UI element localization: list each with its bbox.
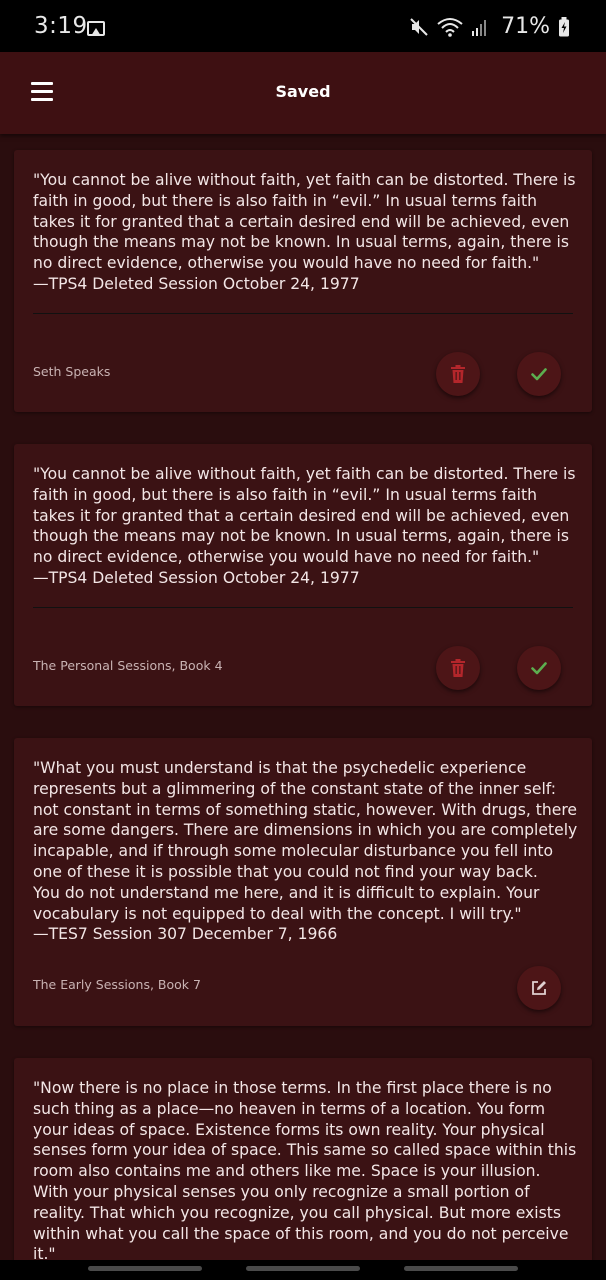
check-icon bbox=[531, 662, 547, 675]
mute-icon bbox=[410, 17, 428, 36]
page-title: Saved bbox=[275, 82, 331, 101]
battery-percent: 71% bbox=[501, 14, 550, 39]
divider bbox=[33, 313, 573, 314]
saved-list[interactable]: "You cannot be alive without faith, yet … bbox=[0, 134, 606, 1260]
battery-icon bbox=[559, 16, 569, 36]
nav-home-button[interactable] bbox=[246, 1266, 360, 1271]
delete-button[interactable] bbox=[436, 352, 480, 396]
nav-recents-button[interactable] bbox=[88, 1266, 202, 1271]
app-bar: Saved bbox=[0, 52, 606, 134]
quote-text: "You cannot be alive without faith, yet … bbox=[33, 465, 576, 587]
delete-icon bbox=[451, 365, 465, 383]
wifi-icon bbox=[437, 17, 463, 37]
edit-button[interactable] bbox=[517, 966, 561, 1010]
divider bbox=[33, 607, 573, 608]
status-time: 3:19 bbox=[34, 13, 88, 39]
check-button[interactable] bbox=[517, 646, 561, 690]
quote-text: "You cannot be alive without faith, yet … bbox=[33, 171, 576, 293]
quote-card: "What you must understand is that the ps… bbox=[14, 738, 592, 1026]
book-title: The Early Sessions, Book 7 bbox=[33, 977, 201, 992]
check-button[interactable] bbox=[517, 352, 561, 396]
delete-button[interactable] bbox=[436, 646, 480, 690]
signal-icon bbox=[472, 19, 487, 36]
quote-text: "Now there is no place in those terms. I… bbox=[33, 1079, 577, 1260]
book-title: The Personal Sessions, Book 4 bbox=[33, 658, 223, 673]
system-nav-bar bbox=[0, 1260, 606, 1280]
book-title: Seth Speaks bbox=[33, 364, 111, 379]
quote-card: "You cannot be alive without faith, yet … bbox=[14, 150, 592, 412]
quote-card: "You cannot be alive without faith, yet … bbox=[14, 444, 592, 706]
edit-icon bbox=[532, 981, 546, 995]
quote-text: "What you must understand is that the ps… bbox=[33, 759, 578, 944]
delete-icon bbox=[451, 659, 465, 677]
nav-back-button[interactable] bbox=[404, 1266, 518, 1271]
status-icons: 71% bbox=[409, 14, 570, 39]
image-icon bbox=[87, 21, 105, 36]
check-icon bbox=[531, 368, 547, 381]
quote-card: "Now there is no place in those terms. I… bbox=[14, 1058, 592, 1260]
status-bar: 3:19 71% bbox=[0, 0, 606, 52]
